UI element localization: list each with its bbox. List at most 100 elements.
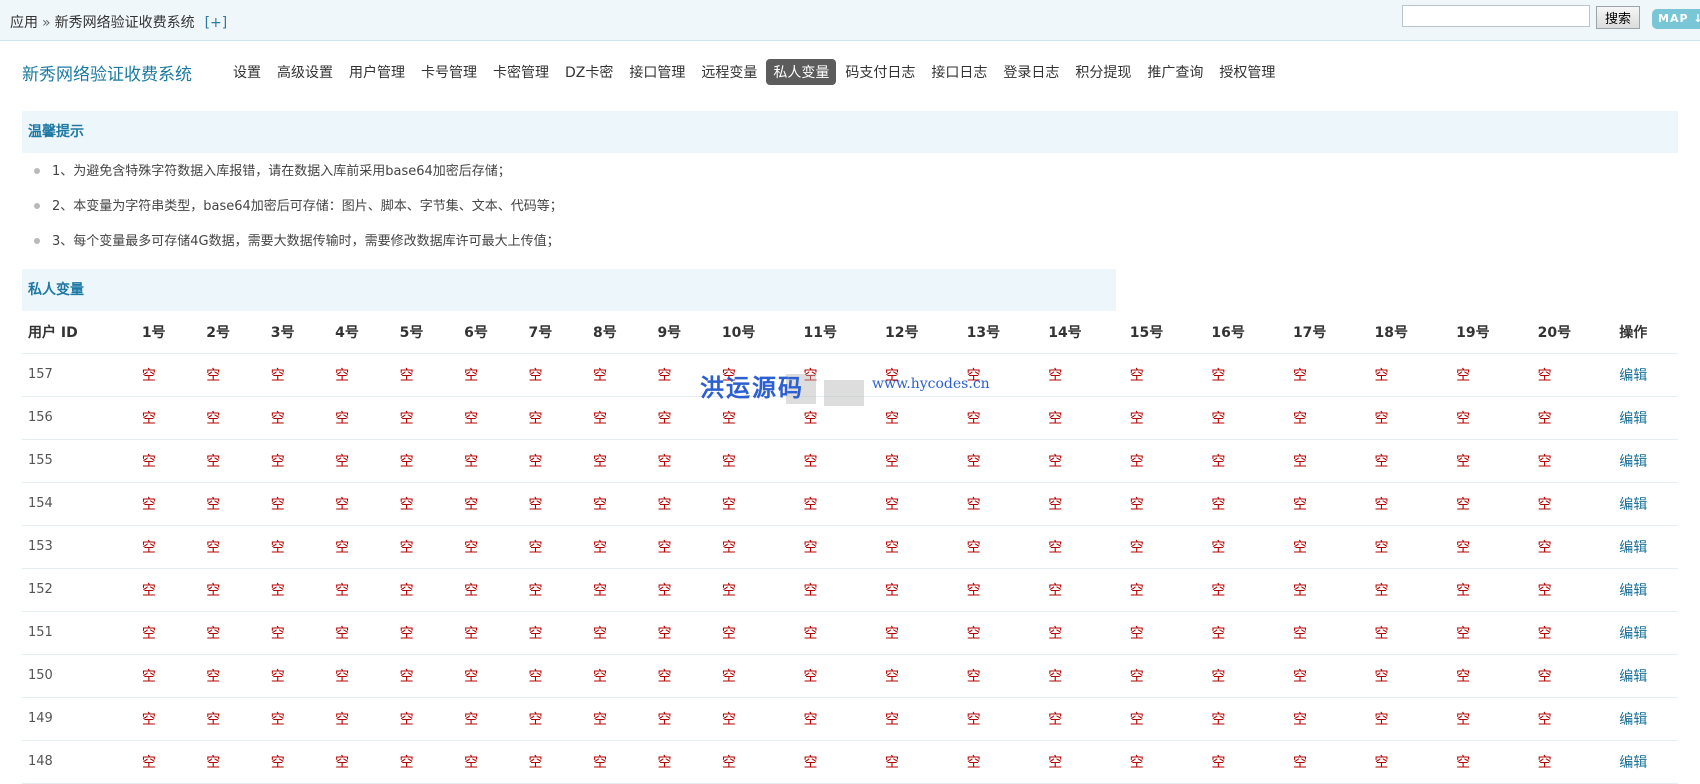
- variable-cell-empty: 空: [1286, 396, 1369, 440]
- variable-cell-empty: 空: [329, 525, 394, 569]
- column-header-slot: 7号: [522, 311, 587, 354]
- variable-cell-empty: 空: [1286, 439, 1369, 483]
- variable-cell-empty: 空: [1286, 353, 1369, 397]
- variable-cell-empty: 空: [1531, 396, 1614, 440]
- variable-cell-empty: 空: [1205, 525, 1287, 569]
- column-header-slot: 15号: [1123, 311, 1206, 354]
- main-nav: 设置 高级设置 用户管理 卡号管理 卡密管理 DZ卡密 接口管理 远程变量 私人变量 码支付日志接…: [226, 59, 1284, 85]
- variable-cell-empty: 空: [1286, 482, 1369, 526]
- variable-cell-empty: 空: [1368, 353, 1451, 397]
- table-row: 156 空空空空空空空空空空空空空空空空空空空空编辑: [22, 396, 1678, 440]
- column-header-action: 操作: [1613, 311, 1678, 354]
- variable-cell-empty: 空: [797, 568, 880, 612]
- variable-cell-empty: 空: [1450, 439, 1532, 483]
- edit-link[interactable]: 编辑: [1613, 697, 1678, 741]
- variable-cell-empty: 空: [586, 482, 652, 526]
- variable-cell-empty: 空: [393, 396, 459, 440]
- variable-cell-empty: 空: [960, 525, 1043, 569]
- variable-cell-empty: 空: [715, 654, 798, 698]
- variable-cell-empty: 空: [1450, 396, 1532, 440]
- nav-item-9[interactable]: 码支付日志: [838, 59, 922, 85]
- nav-item-11[interactable]: 登录日志: [996, 59, 1066, 85]
- search-input[interactable]: [1402, 5, 1590, 27]
- variable-cell-empty: 空: [135, 353, 201, 397]
- variable-cell-empty: 空: [1123, 568, 1206, 612]
- column-header-slot: 10号: [715, 311, 798, 354]
- variable-cell-empty: 空: [458, 611, 523, 655]
- variable-cell-empty: 空: [264, 611, 330, 655]
- variable-cell-empty: 空: [135, 611, 201, 655]
- edit-link[interactable]: 编辑: [1613, 482, 1678, 526]
- nav-item-2[interactable]: 用户管理: [342, 59, 412, 85]
- variable-cell-empty: 空: [264, 568, 330, 612]
- variable-cell-empty: 空: [264, 697, 330, 741]
- table-row: 152 空空空空空空空空空空空空空空空空空空空空编辑: [22, 568, 1678, 612]
- variable-cell-empty: 空: [522, 654, 587, 698]
- variable-cell-empty: 空: [264, 654, 330, 698]
- edit-link[interactable]: 编辑: [1613, 353, 1678, 397]
- variable-cell-empty: 空: [522, 482, 587, 526]
- edit-link[interactable]: 编辑: [1613, 568, 1678, 612]
- variable-cell-empty: 空: [522, 697, 587, 741]
- variable-cell-empty: 空: [1531, 611, 1614, 655]
- edit-link[interactable]: 编辑: [1613, 525, 1678, 569]
- variable-cell-empty: 空: [879, 439, 961, 483]
- variable-cell-empty: 空: [135, 482, 201, 526]
- variable-cell-empty: 空: [1531, 740, 1614, 784]
- map-button[interactable]: MAP ↓: [1652, 9, 1700, 29]
- column-header-slot: 18号: [1368, 311, 1451, 354]
- variable-cell-empty: 空: [393, 654, 459, 698]
- variable-cell-empty: 空: [960, 611, 1043, 655]
- nav-item-12[interactable]: 积分提现: [1068, 59, 1138, 85]
- nav-item-14[interactable]: 授权管理: [1212, 59, 1282, 85]
- brand-title[interactable]: 新秀网络验证收费系统: [22, 60, 192, 85]
- nav-item-5[interactable]: DZ卡密: [558, 59, 620, 85]
- column-header-slot: 11号: [797, 311, 880, 354]
- variable-cell-empty: 空: [797, 740, 880, 784]
- nav-item-0[interactable]: 设置: [226, 59, 268, 85]
- variable-cell-empty: 空: [393, 482, 459, 526]
- nav-item-8[interactable]: 私人变量: [766, 59, 837, 85]
- column-header-slot: 8号: [586, 311, 652, 354]
- breadcrumb-root[interactable]: 应用: [10, 15, 38, 31]
- add-shortcut-button[interactable]: [+]: [205, 15, 228, 31]
- edit-link[interactable]: 编辑: [1613, 740, 1678, 784]
- nav-item-13[interactable]: 推广查询: [1140, 59, 1210, 85]
- variable-cell-empty: 空: [458, 482, 523, 526]
- variable-cell-empty: 空: [135, 740, 201, 784]
- variable-cell-empty: 空: [200, 482, 265, 526]
- nav-item-4[interactable]: 卡密管理: [486, 59, 556, 85]
- variable-cell-empty: 空: [1042, 353, 1124, 397]
- user-id-cell: 153: [22, 525, 136, 569]
- variable-cell-empty: 空: [1042, 482, 1124, 526]
- variable-cell-empty: 空: [1123, 353, 1206, 397]
- column-header-slot: 2号: [200, 311, 265, 354]
- nav-item-6[interactable]: 接口管理: [622, 59, 692, 85]
- nav-item-1[interactable]: 高级设置: [270, 59, 340, 85]
- variable-cell-empty: 空: [1123, 439, 1206, 483]
- variable-cell-empty: 空: [1205, 353, 1287, 397]
- table-header-row: 用户 ID 1号 2号 3号 4号 5号 6号 7号 8号 9号 10号 11号 12号 13号 14号 15…: [22, 311, 1678, 354]
- variable-cell-empty: 空: [1205, 611, 1287, 655]
- nav-item-3[interactable]: 卡号管理: [414, 59, 484, 85]
- variable-cell-empty: 空: [1531, 439, 1614, 483]
- variable-cell-empty: 空: [329, 654, 394, 698]
- variable-cell-empty: 空: [797, 611, 880, 655]
- edit-link[interactable]: 编辑: [1613, 396, 1678, 440]
- nav-item-10[interactable]: 接口日志: [924, 59, 994, 85]
- edit-link[interactable]: 编辑: [1613, 439, 1678, 483]
- variable-cell-empty: 空: [879, 482, 961, 526]
- variable-cell-empty: 空: [522, 396, 587, 440]
- variable-cell-empty: 空: [715, 697, 798, 741]
- search-button[interactable]: 搜索: [1596, 6, 1640, 29]
- edit-link[interactable]: 编辑: [1613, 611, 1678, 655]
- variable-cell-empty: 空: [879, 353, 961, 397]
- variable-cell-empty: 空: [135, 439, 201, 483]
- variable-cell-empty: 空: [879, 740, 961, 784]
- variable-cell-empty: 空: [200, 697, 265, 741]
- edit-link[interactable]: 编辑: [1613, 654, 1678, 698]
- breadcrumb: 应用» 新秀网络验证收费系统 [+]: [10, 12, 227, 32]
- variable-cell-empty: 空: [1042, 740, 1124, 784]
- variable-cell-empty: 空: [1531, 525, 1614, 569]
- nav-item-7[interactable]: 远程变量: [694, 59, 764, 85]
